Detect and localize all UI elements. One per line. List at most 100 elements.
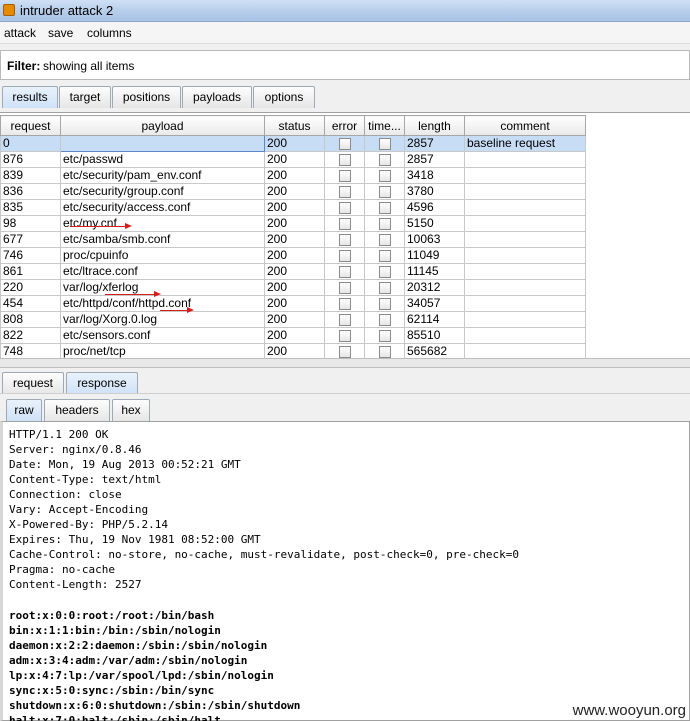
cell-timeout: [364, 311, 405, 328]
error-checkbox[interactable]: [338, 329, 351, 342]
cell-length: 2857: [404, 151, 465, 168]
cell-comment: baseline request: [464, 135, 586, 152]
error-checkbox[interactable]: [338, 265, 351, 278]
timeout-checkbox[interactable]: [378, 345, 391, 358]
error-checkbox[interactable]: [338, 169, 351, 182]
tab-hex[interactable]: hex: [112, 399, 150, 421]
annotation-arrow: [70, 223, 132, 229]
tab-raw[interactable]: raw: [6, 399, 42, 421]
column-header-request[interactable]: request: [0, 115, 61, 136]
cell-error: [324, 263, 365, 280]
cell-status: 200: [264, 231, 325, 248]
cell-status: 200: [264, 295, 325, 312]
column-header-payload[interactable]: payload: [60, 115, 265, 136]
cell-length: 3780: [404, 183, 465, 200]
cell-timeout: [364, 279, 405, 296]
table-row[interactable]: 746 proc/cpuinfo 200 11049: [0, 247, 586, 264]
response-body-line: halt:x:7:0:halt:/sbin:/sbin/halt: [9, 714, 221, 721]
timeout-checkbox[interactable]: [378, 185, 391, 198]
menu-save[interactable]: save: [48, 26, 73, 40]
table-row[interactable]: 0 200 2857 baseline request: [0, 135, 586, 152]
watermark: www.wooyun.org: [572, 702, 686, 719]
table-row[interactable]: 835 etc/security/access.conf 200 4596: [0, 199, 586, 216]
table-row[interactable]: 808 var/log/Xorg.0.log 200 62114: [0, 311, 586, 328]
cell-request: 98: [0, 215, 61, 232]
tab-target[interactable]: target: [59, 86, 111, 108]
cell-comment: [464, 295, 586, 312]
cell-timeout: [364, 263, 405, 280]
timeout-checkbox[interactable]: [378, 169, 391, 182]
timeout-checkbox[interactable]: [378, 233, 391, 246]
cell-comment: [464, 311, 586, 328]
cell-length: 10063: [404, 231, 465, 248]
filter-bar[interactable]: Filter: showing all items: [0, 50, 690, 80]
cell-payload: [60, 135, 265, 152]
cell-status: 200: [264, 135, 325, 152]
column-header-timeout[interactable]: time...: [364, 115, 405, 136]
filter-value: showing all items: [43, 59, 135, 73]
error-checkbox[interactable]: [338, 201, 351, 214]
error-checkbox[interactable]: [338, 313, 351, 326]
table-row[interactable]: 98 etc/my.cnf 200 5150: [0, 215, 586, 232]
table-row[interactable]: 839 etc/security/pam_env.conf 200 3418: [0, 167, 586, 184]
menu-attack[interactable]: attack: [4, 26, 36, 40]
tab-response[interactable]: response: [66, 372, 138, 394]
table-row[interactable]: 861 etc/ltrace.conf 200 11145: [0, 263, 586, 280]
tab-results[interactable]: results: [2, 86, 58, 108]
timeout-checkbox[interactable]: [378, 201, 391, 214]
timeout-checkbox[interactable]: [378, 265, 391, 278]
cell-payload: etc/security/access.conf: [60, 199, 265, 216]
error-checkbox[interactable]: [338, 153, 351, 166]
cell-payload: var/log/xferlog: [60, 279, 265, 296]
filter-label: Filter:: [7, 59, 41, 73]
tab-options[interactable]: options: [253, 86, 315, 108]
timeout-checkbox[interactable]: [378, 313, 391, 326]
timeout-checkbox[interactable]: [378, 137, 391, 150]
cell-comment: [464, 215, 586, 232]
cell-comment: [464, 263, 586, 280]
cell-request: 836: [0, 183, 61, 200]
error-checkbox[interactable]: [338, 297, 351, 310]
timeout-checkbox[interactable]: [378, 153, 391, 166]
error-checkbox[interactable]: [338, 217, 351, 230]
tab-positions[interactable]: positions: [112, 86, 181, 108]
timeout-checkbox[interactable]: [378, 281, 391, 294]
cell-length: 4596: [404, 199, 465, 216]
cell-request: 822: [0, 327, 61, 344]
table-row[interactable]: 677 etc/samba/smb.conf 200 10063: [0, 231, 586, 248]
error-checkbox[interactable]: [338, 185, 351, 198]
timeout-checkbox[interactable]: [378, 217, 391, 230]
column-header-error[interactable]: error: [324, 115, 365, 136]
table-row[interactable]: 822 etc/sensors.conf 200 85510: [0, 327, 586, 344]
table-row[interactable]: 876 etc/passwd 200 2857: [0, 151, 586, 168]
error-checkbox[interactable]: [338, 137, 351, 150]
cell-timeout: [364, 247, 405, 264]
column-header-status[interactable]: status: [264, 115, 325, 136]
cell-request: 861: [0, 263, 61, 280]
timeout-checkbox[interactable]: [378, 329, 391, 342]
column-header-comment[interactable]: comment: [464, 115, 586, 136]
error-checkbox[interactable]: [338, 233, 351, 246]
timeout-checkbox[interactable]: [378, 249, 391, 262]
tab-headers[interactable]: headers: [44, 399, 110, 421]
cell-error: [324, 231, 365, 248]
error-checkbox[interactable]: [338, 281, 351, 294]
table-row[interactable]: 220 var/log/xferlog 200 20312: [0, 279, 586, 296]
menu-columns[interactable]: columns: [87, 26, 132, 40]
cell-request: 677: [0, 231, 61, 248]
response-body-line: lp:x:4:7:lp:/var/spool/lpd:/sbin/nologin: [9, 669, 274, 682]
column-header-length[interactable]: length: [404, 115, 465, 136]
cell-payload: etc/passwd: [60, 151, 265, 168]
cell-status: 200: [264, 167, 325, 184]
error-checkbox[interactable]: [338, 345, 351, 358]
table-row[interactable]: 836 etc/security/group.conf 200 3780: [0, 183, 586, 200]
error-checkbox[interactable]: [338, 249, 351, 262]
response-viewer[interactable]: HTTP/1.1 200 OK Server: nginx/0.8.46 Dat…: [0, 421, 690, 721]
tab-payloads[interactable]: payloads: [182, 86, 252, 108]
tab-request[interactable]: request: [2, 372, 64, 394]
cell-comment: [464, 231, 586, 248]
pane-splitter[interactable]: [0, 358, 690, 368]
table-row[interactable]: 454 etc/httpd/conf/httpd.conf 200 34057: [0, 295, 586, 312]
cell-status: 200: [264, 215, 325, 232]
timeout-checkbox[interactable]: [378, 297, 391, 310]
